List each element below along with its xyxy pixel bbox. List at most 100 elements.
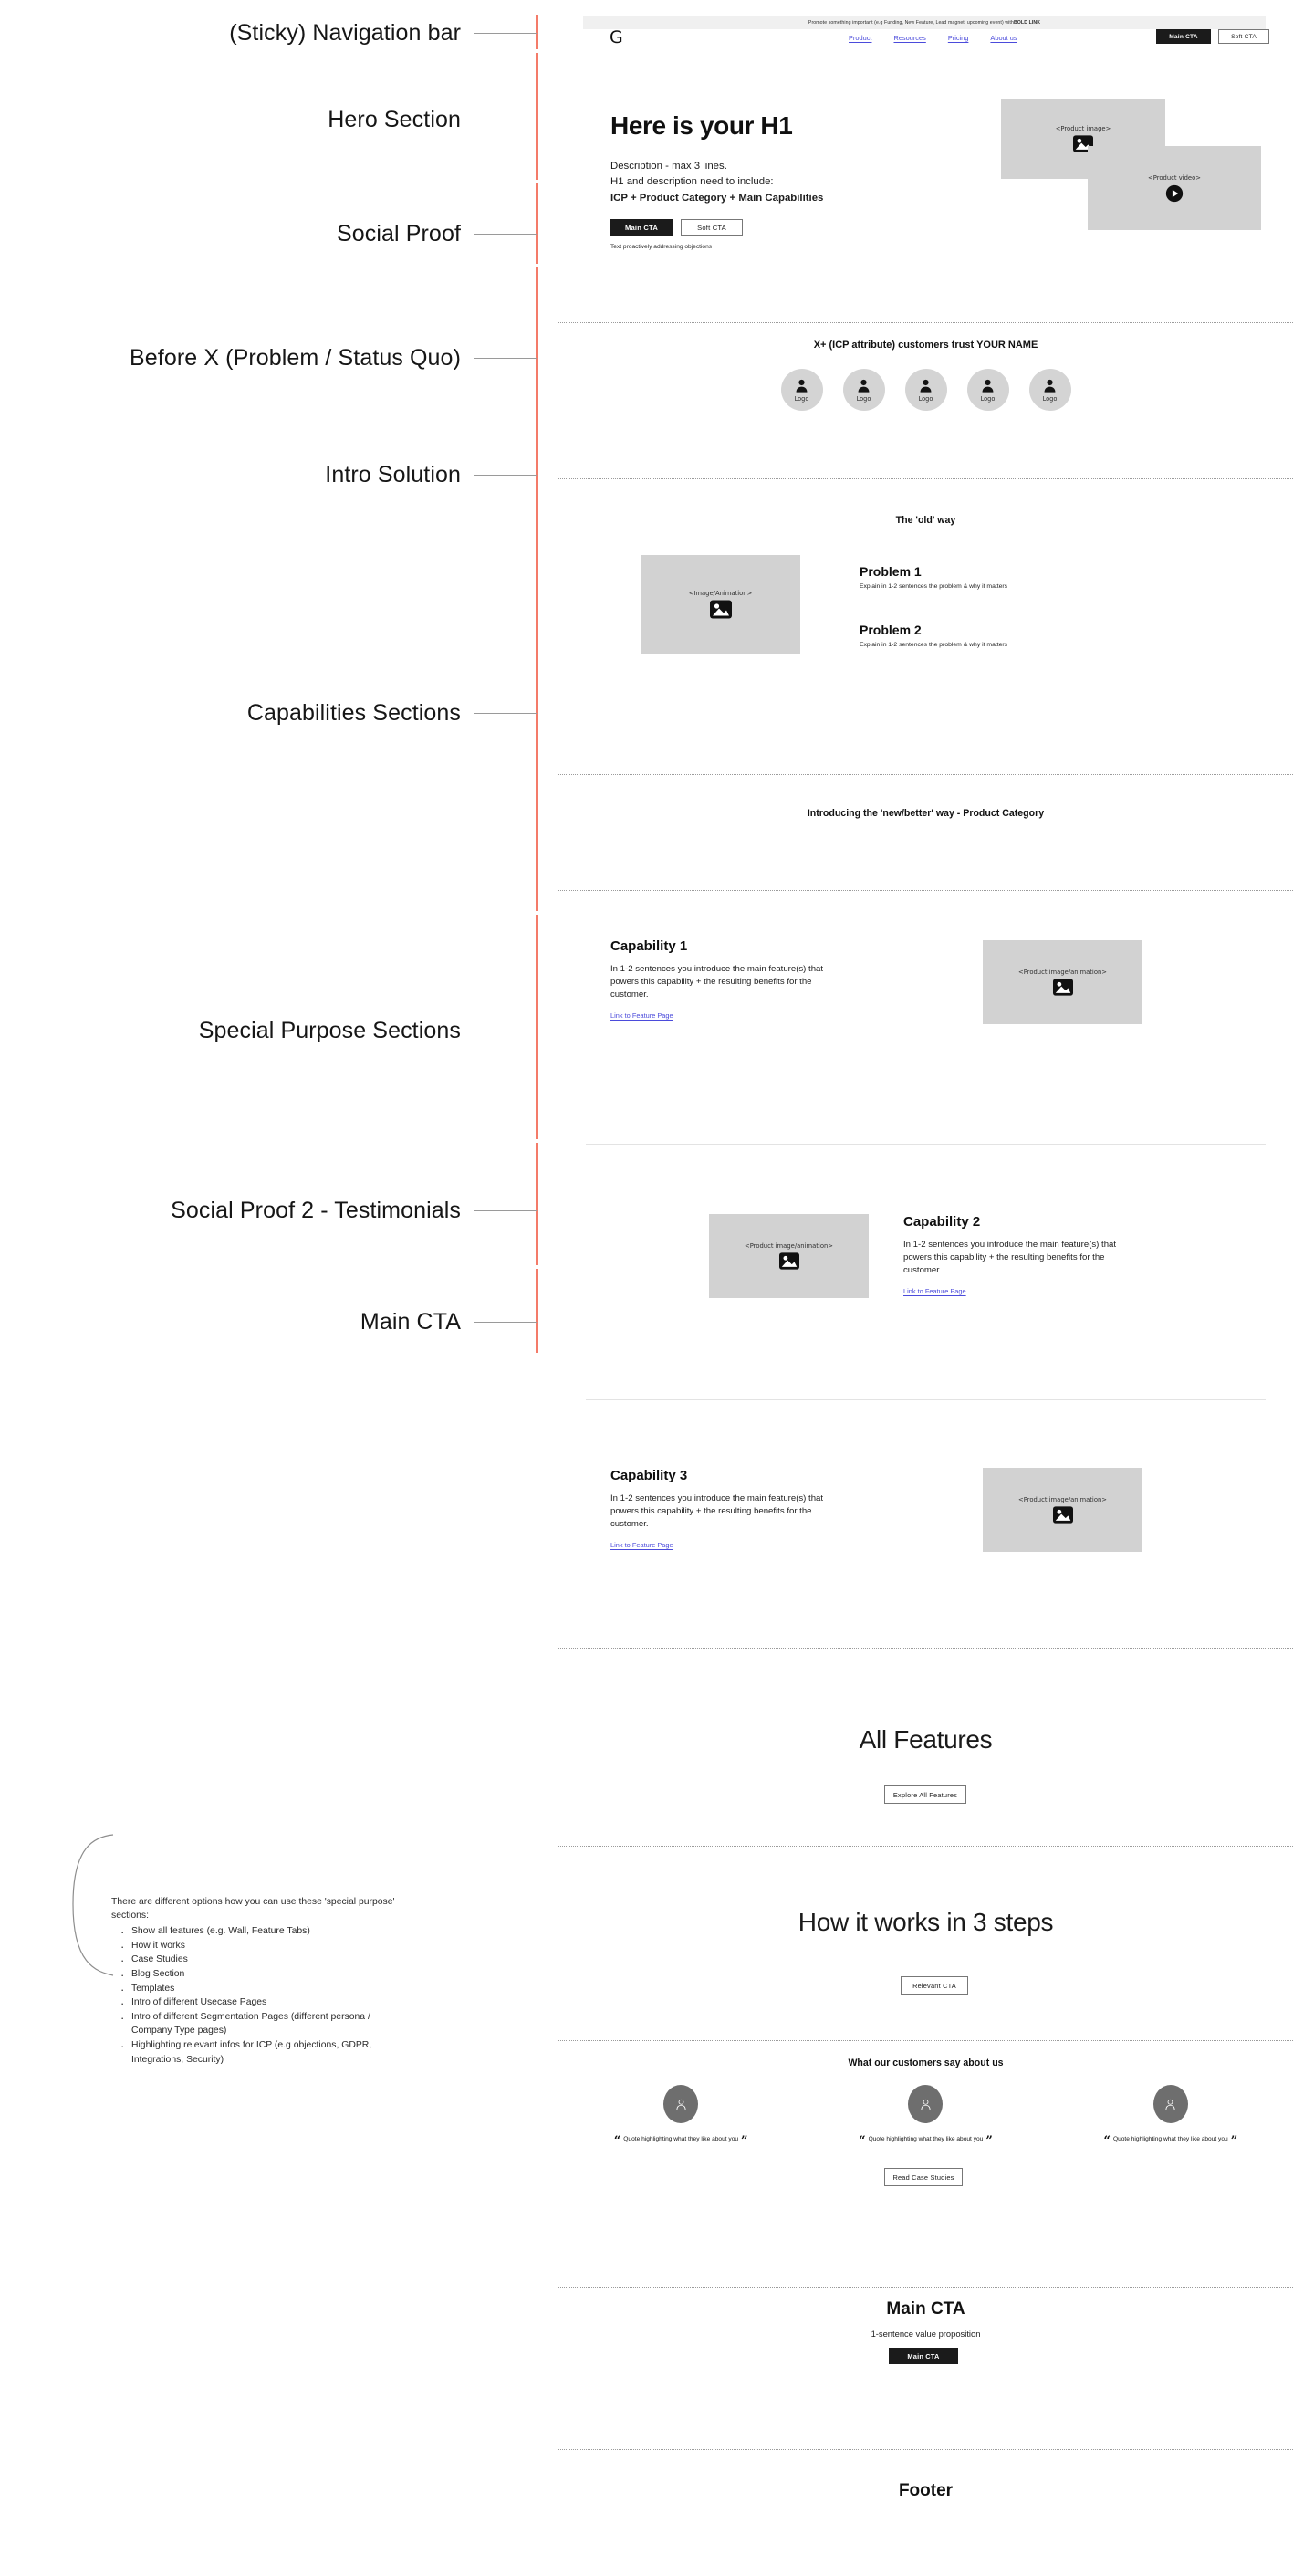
capability-heading: Capability 3 (610, 1468, 688, 1483)
nav-links: Product Resources Pricing About us (849, 34, 1017, 42)
capability-image-label: <Product image/animation> (1018, 969, 1107, 976)
customer-logo-label: Logo (918, 394, 933, 403)
customer-logo-row: Logo Logo Logo Logo Logo (558, 369, 1293, 411)
problem-item: Problem 1 Explain in 1-2 sentences the p… (860, 564, 1133, 590)
section-divider (558, 478, 1293, 479)
all-features-title: All Features (859, 1725, 993, 1754)
testimonial-item: “Quote highlighting what they like about… (558, 2085, 803, 2148)
annotation-4: Intro Solution (0, 462, 537, 488)
promo-banner[interactable]: Promote something important (e.g Funding… (583, 16, 1266, 29)
quote-open-icon: “ (613, 2134, 621, 2148)
brand-logo[interactable]: G (610, 27, 623, 47)
explore-all-features-button[interactable]: Explore All Features (884, 1785, 966, 1804)
capability-feature-link[interactable]: Link to Feature Page (610, 1011, 673, 1020)
how-it-works-cta-button[interactable]: Relevant CTA (901, 1976, 968, 1995)
hero-description: Description - max 3 lines. H1 and descri… (610, 159, 823, 206)
image-icon (1052, 979, 1073, 996)
customer-logo: Logo (966, 369, 1009, 411)
hero-image-label: <Product image> (1055, 125, 1111, 132)
customer-logo-label: Logo (856, 394, 871, 403)
testimonial-item: “Quote highlighting what they like about… (803, 2085, 1048, 2147)
special-purpose-list-item: Case Studies (111, 1952, 412, 1969)
hero-desc-line-2: H1 and description need to include: (610, 176, 774, 188)
annotation-leader-line (474, 31, 537, 36)
special-purpose-intro: There are different options how you can … (111, 1897, 395, 1922)
annotation-leader-line (474, 473, 537, 477)
problem-body: Explain in 1-2 sentences the problem & w… (860, 642, 1008, 648)
annotation-label: Social Proof (337, 221, 461, 246)
capability-feature-link[interactable]: Link to Feature Page (610, 1541, 673, 1549)
special-purpose-list-item: Blog Section (111, 1966, 412, 1984)
nav-link-pricing[interactable]: Pricing (948, 34, 969, 42)
testimonial-quote-text: Quote highlighting what they like about … (623, 2136, 739, 2142)
customer-logo: Logo (842, 369, 885, 411)
hero-video-label: <Product video> (1148, 173, 1201, 182)
annotation-leader-line (474, 1209, 537, 1213)
main-cta-title: Main CTA (886, 2299, 965, 2319)
annotation-label: Hero Section (328, 107, 461, 132)
capability-heading: Capability 1 (610, 938, 688, 954)
nav-main-cta-button[interactable]: Main CTA (1156, 29, 1211, 44)
landing-page-mockup: Promote something important (e.g Funding… (558, 0, 1293, 2576)
avatar (1152, 2085, 1188, 2123)
section-divider (558, 890, 1293, 891)
section-divider (558, 2449, 1293, 2450)
annotation-label: Main CTA (360, 1309, 461, 1335)
customer-logo-label: Logo (794, 394, 809, 403)
hero-h1: Here is your H1 (610, 111, 793, 140)
wireframe-annotation-diagram: (Sticky) Navigation bar Hero Section Socia… (0, 0, 1293, 2576)
image-icon (1052, 1506, 1073, 1524)
annotation-2: Social Proof (0, 221, 537, 247)
testimonial-row: “Quote highlighting what they like about… (558, 2085, 1293, 2148)
problem-list: Problem 1 Explain in 1-2 sentences the p… (860, 564, 1133, 648)
customer-logo: Logo (1028, 369, 1071, 411)
nav-link-resources[interactable]: Resources (893, 34, 925, 42)
section-divider (558, 2287, 1293, 2288)
customer-logo-label: Logo (980, 394, 996, 403)
annotation-leader-line (474, 232, 537, 236)
social-proof-title: X+ (ICP attribute) customers trust YOUR … (813, 340, 1038, 351)
read-case-studies-button[interactable]: Read Case Studies (884, 2168, 963, 2186)
annotation-label: Before X (Problem / Status Quo) (130, 345, 461, 371)
section-divider (558, 1846, 1293, 1847)
annotation-leader-line (474, 356, 537, 361)
nav-link-product[interactable]: Product (849, 34, 871, 42)
annotation-8: Main CTA (0, 1309, 537, 1335)
testimonial-quote: “Quote highlighting what they like about… (613, 2134, 748, 2148)
capability-3-image-placeholder: <Product image/animation> (983, 1468, 1142, 1552)
annotation-1: Hero Section (0, 107, 537, 133)
annotation-6: Special Purpose Sections (0, 1018, 537, 1044)
testimonials-title: What our customers say about us (848, 2058, 1004, 2068)
testimonial-quote-text: Quote highlighting what they like about … (1112, 2136, 1228, 2142)
capability-body: In 1-2 sentences you introduce the main … (610, 964, 824, 1000)
hero-product-video-placeholder: <Product video> (1088, 146, 1261, 230)
hero-main-cta-button[interactable]: Main CTA (610, 219, 673, 236)
customer-logo: Logo (904, 369, 947, 411)
testimonial-quote-text: Quote highlighting what they like about … (868, 2136, 984, 2142)
hero-soft-cta-button[interactable]: Soft CTA (681, 219, 743, 236)
problem-image-placeholder: <Image/Animation> (641, 555, 800, 654)
promo-text: Promote something important (e.g Funding… (808, 20, 1014, 26)
annotation-3: Before X (Problem / Status Quo) (0, 345, 537, 372)
annotation-label: Intro Solution (325, 462, 461, 487)
play-icon[interactable] (1165, 184, 1184, 203)
brace-icon (72, 1834, 114, 1976)
special-purpose-list-item: How it works (111, 1938, 412, 1955)
avatar (908, 2085, 944, 2123)
problem-heading: Problem 2 (860, 623, 922, 637)
section-divider (558, 1648, 1293, 1649)
testimonial-quote: “Quote highlighting what they like about… (1103, 2135, 1237, 2147)
capability-separator (586, 1144, 1266, 1145)
how-it-works-title: How it works in 3 steps (798, 1908, 1054, 1936)
hero-desc-line-1: Description - max 3 lines. (610, 161, 727, 172)
nav-soft-cta-button[interactable]: Soft CTA (1218, 29, 1269, 44)
promo-bold-link[interactable]: BOLD LINK (1014, 20, 1040, 26)
testimonial-item: “Quote highlighting what they like about… (1048, 2085, 1293, 2147)
nav-link-about-us[interactable]: About us (990, 34, 1017, 42)
main-cta-button[interactable]: Main CTA (889, 2348, 958, 2364)
special-purpose-list-item: Show all features (e.g. Wall, Feature Ta… (111, 1923, 412, 1941)
image-icon (709, 600, 732, 619)
customer-logo-label: Logo (1042, 394, 1058, 403)
capability-feature-link[interactable]: Link to Feature Page (903, 1287, 966, 1295)
